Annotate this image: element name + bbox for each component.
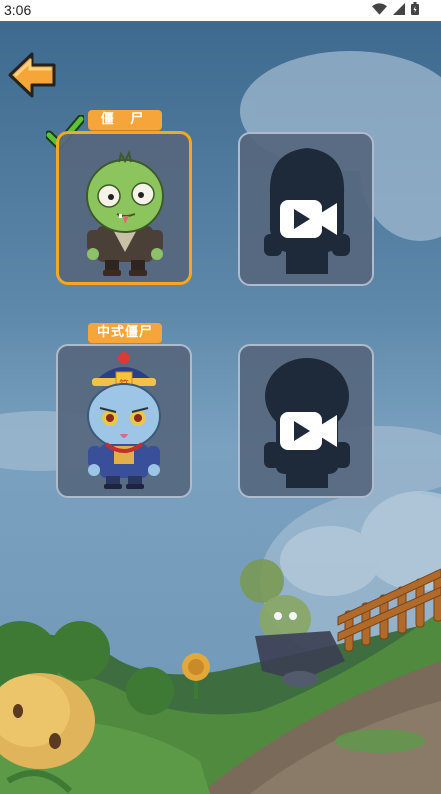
character-label-chinese-zombie: 中式僵尸 xyxy=(88,323,162,343)
video-camera-icon xyxy=(280,200,337,238)
back-arrow-icon xyxy=(8,52,56,98)
character-card-locked-2[interactable] xyxy=(238,344,374,498)
status-time: 3:06 xyxy=(4,2,32,18)
character-card-zombie[interactable] xyxy=(56,131,192,285)
character-label-zombie: 僵 尸 xyxy=(88,110,162,130)
status-icons xyxy=(372,2,419,15)
battery-icon xyxy=(411,2,419,15)
jiangshi-zombie-avatar: 符 xyxy=(87,352,161,489)
character-card-locked-1[interactable] xyxy=(238,132,374,286)
back-button[interactable] xyxy=(6,49,58,101)
green-zombie-avatar xyxy=(86,150,164,276)
status-bar: 3:06 xyxy=(0,0,441,21)
game-scene: 僵 尸 中式僵尸 xyxy=(0,21,441,794)
wifi-icon xyxy=(372,2,387,15)
cellular-signal-icon xyxy=(393,2,405,15)
character-card-chinese-zombie[interactable]: 符 xyxy=(56,344,192,498)
video-camera-icon xyxy=(280,412,337,450)
